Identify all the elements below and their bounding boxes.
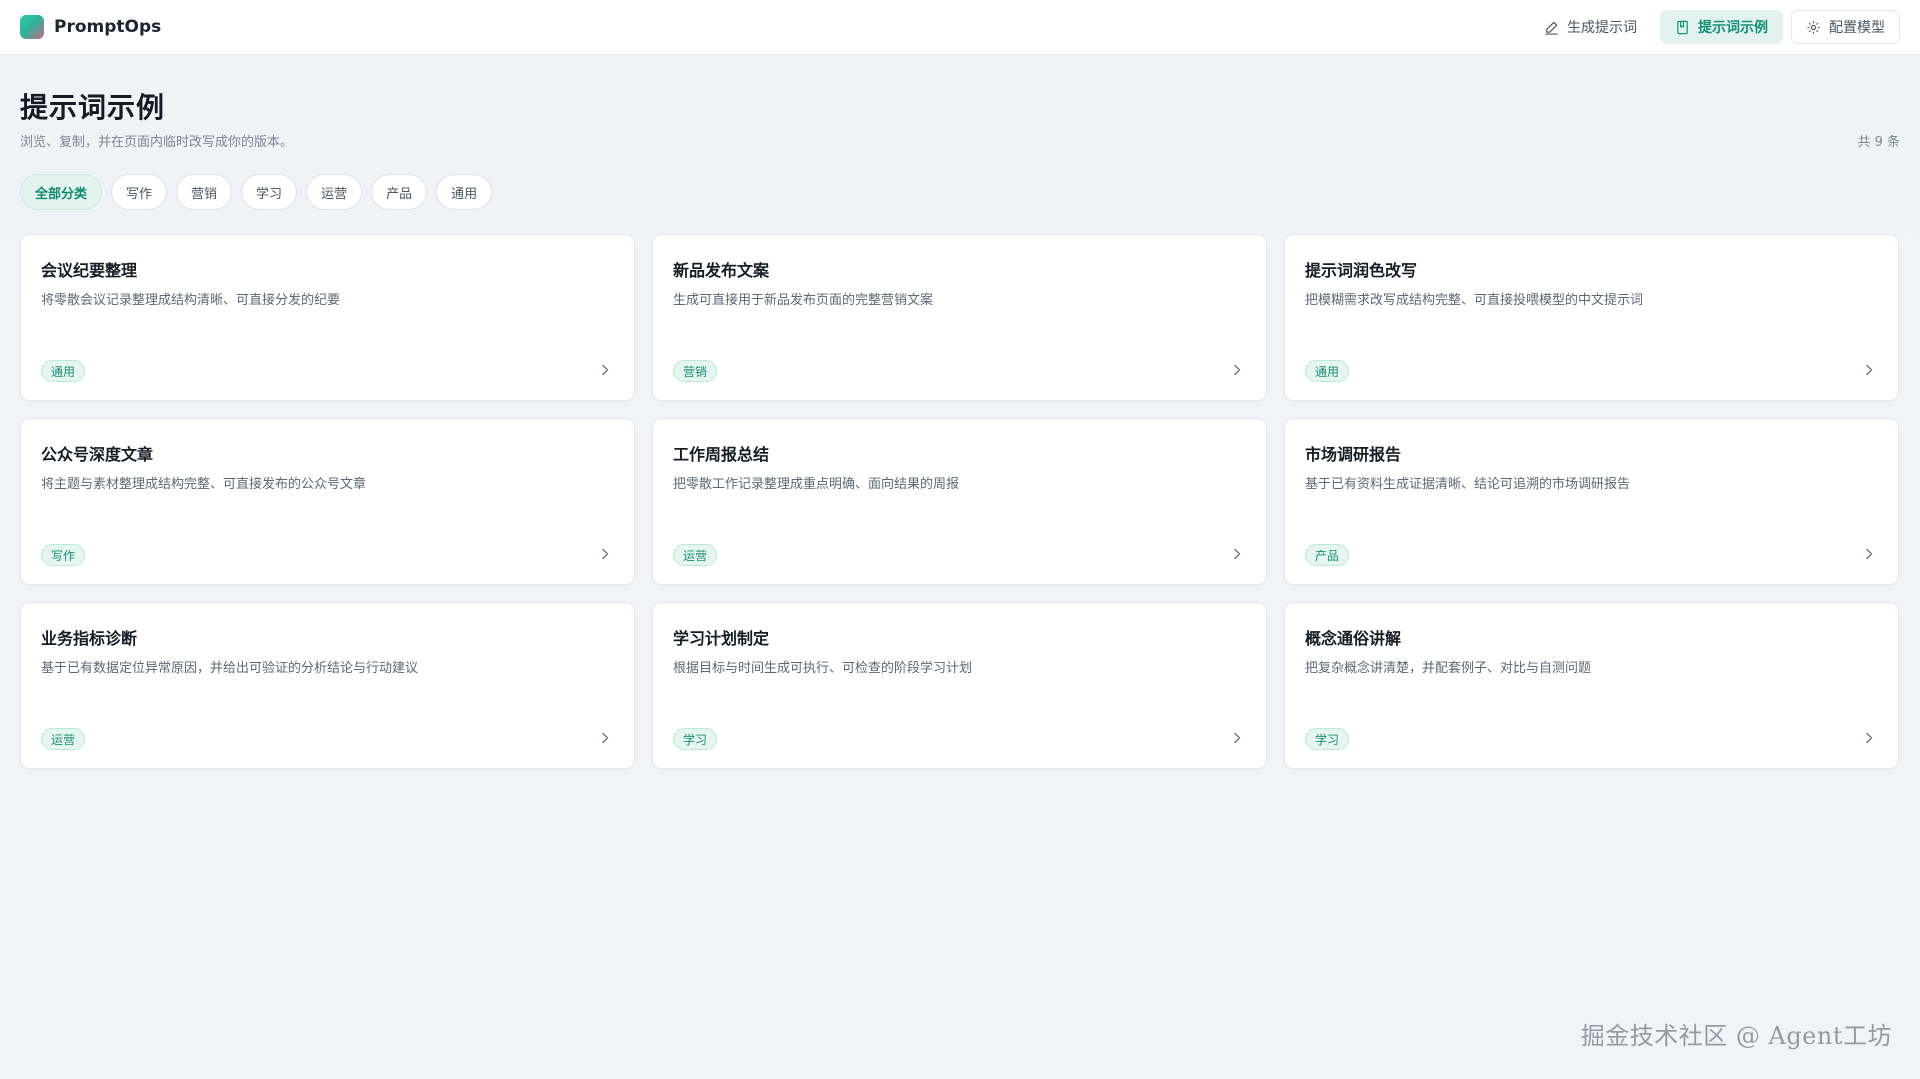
chevron-right-icon — [602, 548, 609, 560]
nav-config-button[interactable]: 配置模型 — [1791, 10, 1900, 44]
page-title: 提示词示例 — [20, 91, 166, 124]
filter-chip-all[interactable]: 全部分类 — [20, 174, 103, 210]
card-title: 学习计划制定 — [673, 629, 770, 648]
card-description: 把零散工作记录整理成重点明确、面向结果的周报 — [673, 477, 960, 492]
chevron-right-icon — [1866, 732, 1873, 744]
category-tag: 营销 — [673, 360, 718, 382]
category-tag: 运营 — [673, 544, 718, 566]
nav-generate-button[interactable]: 生成提示词 — [1529, 10, 1652, 44]
card-title: 新品发布文案 — [673, 261, 770, 280]
app-logo — [20, 15, 44, 39]
card-title: 概念通俗讲解 — [1305, 629, 1402, 648]
category-tag: 学习 — [673, 728, 718, 750]
top-bar: PromptOps 生成提示词 提示词示例 配置模型 — [0, 0, 1920, 55]
filter-chip-learning[interactable]: 学习 — [241, 174, 298, 210]
category-tag: 写作 — [41, 544, 86, 566]
result-count: 共 9 条 — [1857, 135, 1900, 150]
chevron-right-icon — [1234, 732, 1241, 744]
card-description: 把复杂概念讲清楚，并配套例子、对比与自测问题 — [1305, 661, 1592, 676]
category-tag: 通用 — [41, 360, 86, 382]
category-filters: 全部分类 写作 营销 学习 运营 产品 通用 — [20, 174, 493, 210]
pen-icon — [1545, 21, 1558, 35]
nav-generate-label: 生成提示词 — [1567, 20, 1637, 36]
filter-chip-writing[interactable]: 写作 — [111, 174, 168, 210]
card-description: 基于已有资料生成证据清晰、结论可追溯的市场调研报告 — [1305, 477, 1631, 492]
prompt-card[interactable]: 概念通俗讲解 把复杂概念讲清楚，并配套例子、对比与自测问题 学习 — [1284, 602, 1899, 769]
card-title: 会议纪要整理 — [41, 261, 138, 280]
category-tag: 产品 — [1305, 544, 1350, 566]
card-description: 把模糊需求改写成结构完整、可直接投喂模型的中文提示词 — [1305, 293, 1644, 308]
prompt-card[interactable]: 业务指标诊断 基于已有数据定位异常原因，并给出可验证的分析结论与行动建议 运营 — [20, 602, 635, 769]
filter-chip-general[interactable]: 通用 — [436, 174, 493, 210]
card-title: 市场调研报告 — [1305, 445, 1402, 464]
category-tag: 通用 — [1305, 360, 1350, 382]
page-subtitle: 浏览、复制，并在页面内临时改写成你的版本。 — [20, 135, 294, 150]
filter-chip-product[interactable]: 产品 — [371, 174, 428, 210]
nav-examples-label: 提示词示例 — [1698, 20, 1768, 36]
filter-chip-marketing[interactable]: 营销 — [176, 174, 233, 210]
chevron-right-icon — [1234, 364, 1241, 376]
brand[interactable]: PromptOps — [20, 15, 161, 39]
prompt-card[interactable]: 公众号深度文章 将主题与素材整理成结构完整、可直接发布的公众号文章 写作 — [20, 418, 635, 585]
card-description: 生成可直接用于新品发布页面的完整营销文案 — [673, 293, 934, 308]
card-description: 根据目标与时间生成可执行、可检查的阶段学习计划 — [673, 661, 973, 676]
prompt-card[interactable]: 工作周报总结 把零散工作记录整理成重点明确、面向结果的周报 运营 — [652, 418, 1267, 585]
card-title: 工作周报总结 — [673, 445, 770, 464]
card-description: 基于已有数据定位异常原因，并给出可验证的分析结论与行动建议 — [41, 661, 419, 676]
chevron-right-icon — [1866, 364, 1873, 376]
category-tag: 学习 — [1305, 728, 1350, 750]
prompt-card[interactable]: 学习计划制定 根据目标与时间生成可执行、可检查的阶段学习计划 学习 — [652, 602, 1267, 769]
app-name: PromptOps — [54, 17, 162, 37]
card-title: 业务指标诊断 — [41, 629, 138, 648]
card-description: 将零散会议记录整理成结构清晰、可直接分发的纪要 — [41, 293, 341, 308]
card-title: 提示词润色改写 — [1305, 261, 1418, 280]
book-icon — [1677, 20, 1688, 34]
watermark: 掘金技术社区 @ Agent工坊 — [1580, 1022, 1892, 1050]
chevron-right-icon — [1234, 548, 1241, 560]
main-nav: 生成提示词 提示词示例 配置模型 — [1529, 10, 1900, 44]
chevron-right-icon — [602, 364, 609, 376]
card-title: 公众号深度文章 — [41, 445, 154, 464]
gear-icon — [1807, 20, 1820, 34]
card-description: 将主题与素材整理成结构完整、可直接发布的公众号文章 — [41, 477, 367, 492]
prompt-card[interactable]: 会议纪要整理 将零散会议记录整理成结构清晰、可直接分发的纪要 通用 — [20, 234, 635, 401]
nav-config-label: 配置模型 — [1829, 20, 1885, 36]
chevron-right-icon — [602, 732, 609, 744]
prompt-card[interactable]: 提示词润色改写 把模糊需求改写成结构完整、可直接投喂模型的中文提示词 通用 — [1284, 234, 1899, 401]
prompt-card[interactable]: 新品发布文案 生成可直接用于新品发布页面的完整营销文案 营销 — [652, 234, 1267, 401]
filter-chip-operations[interactable]: 运营 — [306, 174, 363, 210]
category-tag: 运营 — [41, 728, 86, 750]
nav-examples-button[interactable]: 提示词示例 — [1660, 10, 1783, 44]
prompt-card[interactable]: 市场调研报告 基于已有资料生成证据清晰、结论可追溯的市场调研报告 产品 — [1284, 418, 1899, 585]
chevron-right-icon — [1866, 548, 1873, 560]
prompt-card-grid: 会议纪要整理 将零散会议记录整理成结构清晰、可直接分发的纪要 通用 新品发布文案… — [20, 234, 1900, 769]
